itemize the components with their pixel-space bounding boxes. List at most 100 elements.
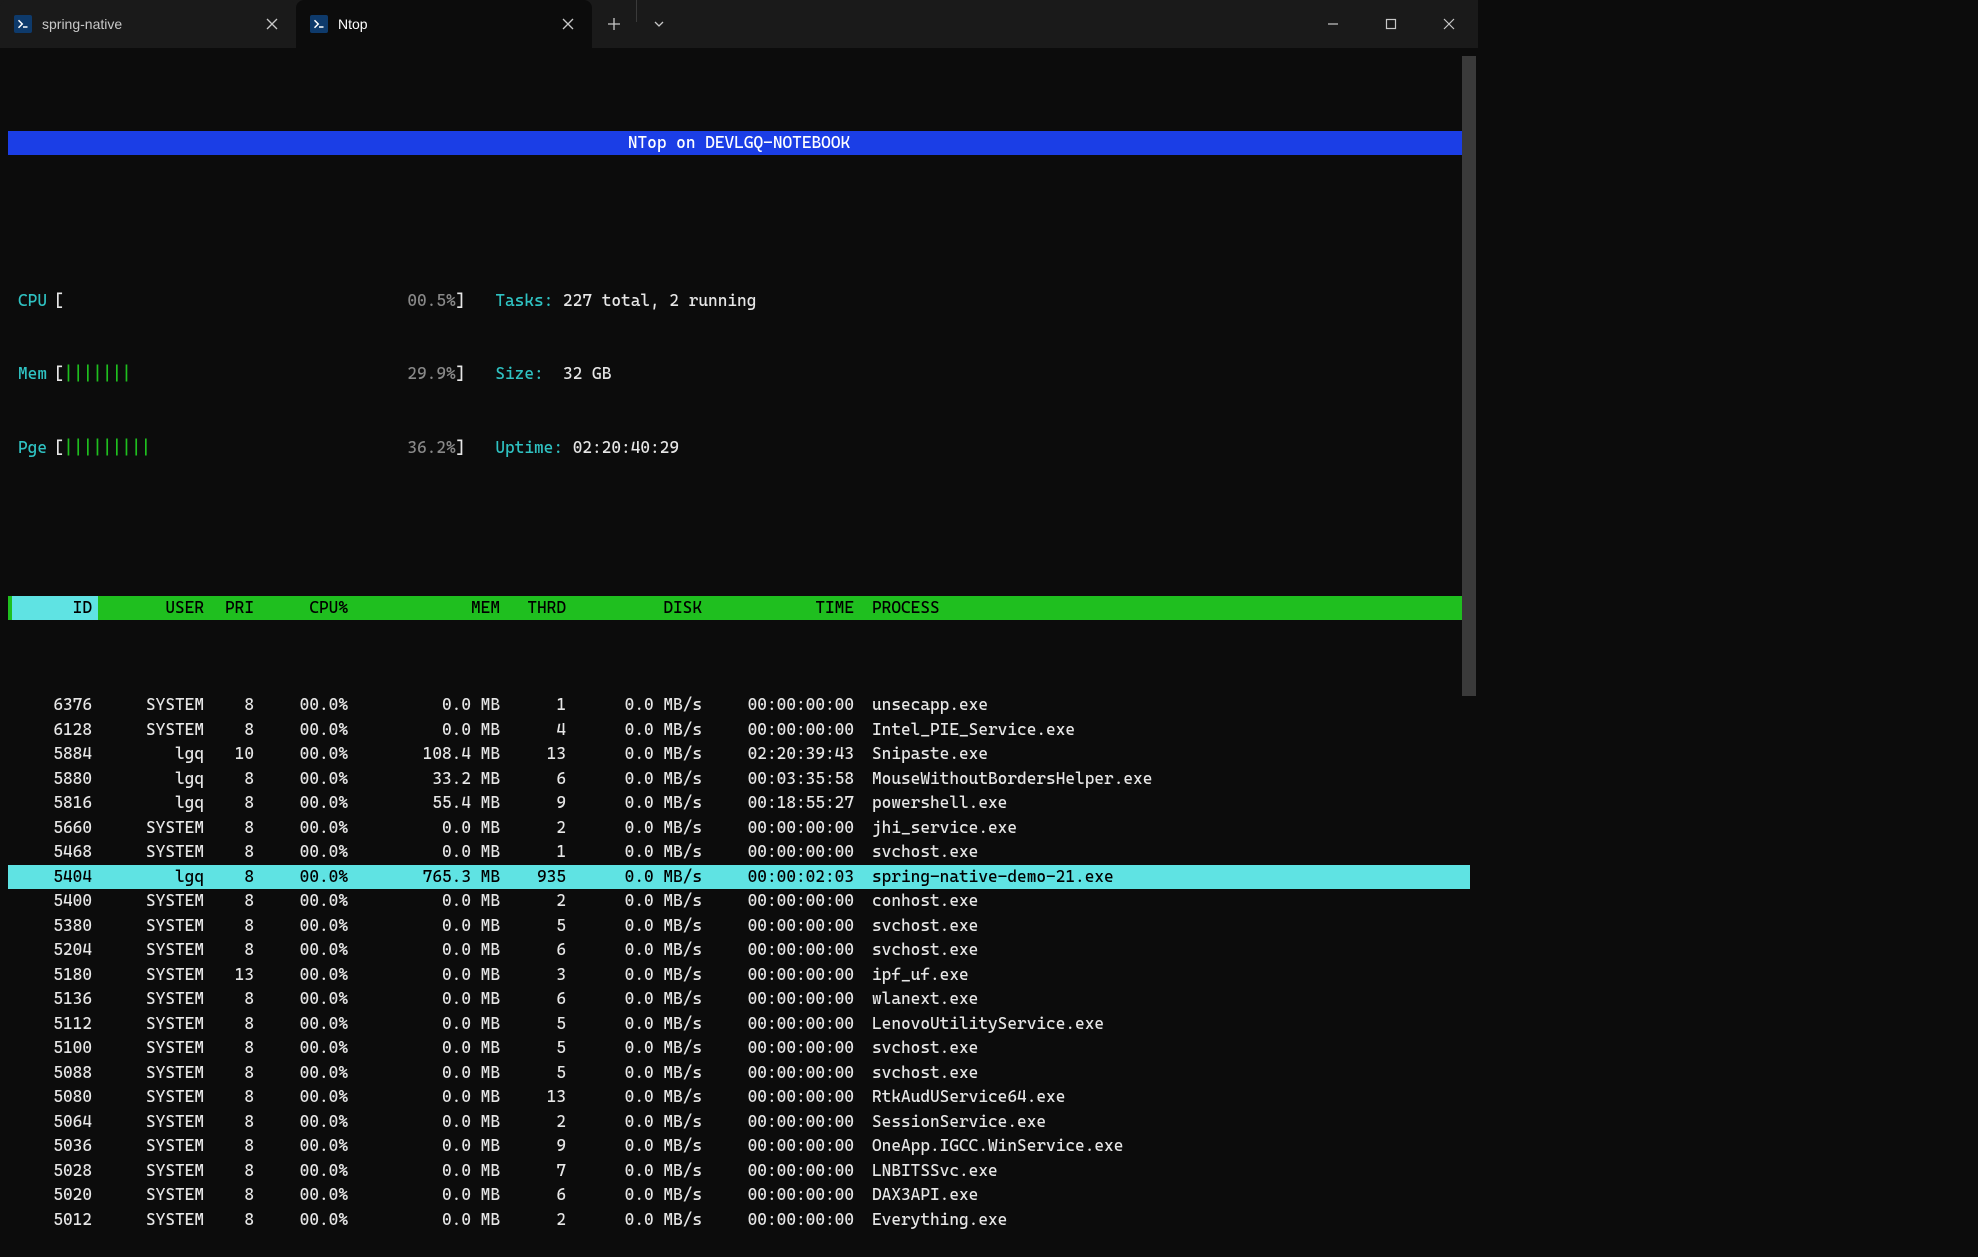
- tab-close-button[interactable]: [558, 14, 578, 34]
- cell-proc: jhi_service.exe: [860, 816, 1466, 841]
- table-row[interactable]: 5180SYSTEM1300.0%0.0 MB30.0 MB/s00:00:00…: [8, 963, 1470, 988]
- cell-disk: 0.0 MB/s: [572, 1012, 708, 1037]
- tab-title: Ntop: [338, 16, 558, 32]
- cell-pri: 8: [210, 938, 260, 963]
- table-row[interactable]: 5028SYSTEM800.0%0.0 MB70.0 MB/s00:00:00:…: [8, 1159, 1470, 1184]
- cell-thrd: 5: [506, 914, 572, 939]
- cell-mem: 0.0 MB: [354, 938, 506, 963]
- cell-time: 00:00:00:00: [708, 1183, 860, 1208]
- table-row[interactable]: 5204SYSTEM800.0%0.0 MB60.0 MB/s00:00:00:…: [8, 938, 1470, 963]
- cell-cpu: 00.0%: [260, 914, 354, 939]
- cell-disk: 0.0 MB/s: [572, 1036, 708, 1061]
- cell-time: 00:00:00:00: [708, 1134, 860, 1159]
- cell-proc: svchost.exe: [860, 1061, 1466, 1086]
- close-window-button[interactable]: [1420, 0, 1478, 48]
- cell-user: SYSTEM: [98, 1085, 210, 1110]
- table-row[interactable]: 5080SYSTEM800.0%0.0 MB130.0 MB/s00:00:00…: [8, 1085, 1470, 1110]
- table-row[interactable]: 5400SYSTEM800.0%0.0 MB20.0 MB/s00:00:00:…: [8, 889, 1470, 914]
- cell-pri: 8: [210, 693, 260, 718]
- table-row[interactable]: 5012SYSTEM800.0%0.0 MB20.0 MB/s00:00:00:…: [8, 1208, 1470, 1233]
- cell-user: lgq: [98, 742, 210, 767]
- table-row[interactable]: 6128SYSTEM800.0%0.0 MB40.0 MB/s00:00:00:…: [8, 718, 1470, 743]
- cell-cpu: 00.0%: [260, 693, 354, 718]
- cell-cpu: 00.0%: [260, 1208, 354, 1233]
- cell-mem: 33.2 MB: [354, 767, 506, 792]
- cell-pri: 8: [210, 791, 260, 816]
- cell-disk: 0.0 MB/s: [572, 840, 708, 865]
- cell-cpu: 00.0%: [260, 840, 354, 865]
- cell-proc: wlanext.exe: [860, 987, 1466, 1012]
- cell-user: lgq: [98, 767, 210, 792]
- col-time[interactable]: TIME: [708, 596, 860, 620]
- table-row[interactable]: 5088SYSTEM800.0%0.0 MB50.0 MB/s00:00:00:…: [8, 1061, 1470, 1086]
- mem-pct: 29.9%: [394, 362, 456, 386]
- tab-ntop[interactable]: Ntop: [296, 0, 592, 48]
- table-row[interactable]: 5100SYSTEM800.0%0.0 MB50.0 MB/s00:00:00:…: [8, 1036, 1470, 1061]
- tab-close-button[interactable]: [262, 14, 282, 34]
- col-disk[interactable]: DISK: [572, 596, 708, 620]
- meters-block: CPU[00.5%] Tasks: 227 total, 2 running M…: [18, 240, 1472, 508]
- cell-time: 00:00:00:00: [708, 816, 860, 841]
- cell-cpu: 00.0%: [260, 767, 354, 792]
- cell-pri: 8: [210, 1012, 260, 1037]
- cell-id: 5020: [12, 1183, 98, 1208]
- vertical-scrollbar[interactable]: [1462, 56, 1476, 804]
- cell-pri: 8: [210, 865, 260, 890]
- cell-time: 00:00:00:00: [708, 693, 860, 718]
- table-row[interactable]: 5112SYSTEM800.0%0.0 MB50.0 MB/s00:00:00:…: [8, 1012, 1470, 1037]
- cell-proc: conhost.exe: [860, 889, 1466, 914]
- maximize-button[interactable]: [1362, 0, 1420, 48]
- cell-id: 5180: [12, 963, 98, 988]
- process-table-header[interactable]: ID USER PRI CPU% MEM THRD DISK TIME PROC…: [8, 596, 1470, 620]
- table-row[interactable]: 5020SYSTEM800.0%0.0 MB60.0 MB/s00:00:00:…: [8, 1183, 1470, 1208]
- table-row[interactable]: 5660SYSTEM800.0%0.0 MB20.0 MB/s00:00:00:…: [8, 816, 1470, 841]
- cell-thrd: 935: [506, 865, 572, 890]
- cell-proc: OneApp.IGCC.WinService.exe: [860, 1134, 1466, 1159]
- new-tab-button[interactable]: [592, 0, 636, 48]
- cell-mem: 0.0 MB: [354, 840, 506, 865]
- table-row[interactable]: 5036SYSTEM800.0%0.0 MB90.0 MB/s00:00:00:…: [8, 1134, 1470, 1159]
- cell-proc: unsecapp.exe: [860, 693, 1466, 718]
- col-thrd[interactable]: THRD: [506, 596, 572, 620]
- cell-pri: 8: [210, 1183, 260, 1208]
- cell-mem: 765.3 MB: [354, 865, 506, 890]
- cell-time: 00:18:55:27: [708, 791, 860, 816]
- cell-thrd: 6: [506, 987, 572, 1012]
- cell-id: 5204: [12, 938, 98, 963]
- cell-proc: Snipaste.exe: [860, 742, 1466, 767]
- cell-mem: 0.0 MB: [354, 914, 506, 939]
- minimize-button[interactable]: [1304, 0, 1362, 48]
- cell-user: SYSTEM: [98, 1183, 210, 1208]
- terminal-viewport[interactable]: NTop on DEVLGQ-NOTEBOOK CPU[00.5%] Tasks…: [0, 48, 1478, 1257]
- table-row[interactable]: 5064SYSTEM800.0%0.0 MB20.0 MB/s00:00:00:…: [8, 1110, 1470, 1135]
- col-cpu[interactable]: CPU%: [260, 596, 354, 620]
- cell-cpu: 00.0%: [260, 1012, 354, 1037]
- col-pri[interactable]: PRI: [210, 596, 260, 620]
- cell-proc: svchost.exe: [860, 1036, 1466, 1061]
- cell-proc: powershell.exe: [860, 791, 1466, 816]
- cell-mem: 0.0 MB: [354, 1134, 506, 1159]
- table-row[interactable]: 6376SYSTEM800.0%0.0 MB10.0 MB/s00:00:00:…: [8, 693, 1470, 718]
- col-mem[interactable]: MEM: [354, 596, 506, 620]
- table-row[interactable]: 5380SYSTEM800.0%0.0 MB50.0 MB/s00:00:00:…: [8, 914, 1470, 939]
- table-row[interactable]: 5816lgq800.0%55.4 MB90.0 MB/s00:18:55:27…: [8, 791, 1470, 816]
- scrollbar-thumb[interactable]: [1462, 56, 1476, 696]
- cell-disk: 0.0 MB/s: [572, 938, 708, 963]
- tab-spring-native[interactable]: spring-native: [0, 0, 296, 48]
- table-row[interactable]: 5884lgq1000.0%108.4 MB130.0 MB/s02:20:39…: [8, 742, 1470, 767]
- tab-dropdown-button[interactable]: [637, 0, 681, 48]
- cell-disk: 0.0 MB/s: [572, 889, 708, 914]
- cell-id: 5036: [12, 1134, 98, 1159]
- cell-user: SYSTEM: [98, 889, 210, 914]
- col-id[interactable]: ID: [12, 596, 98, 620]
- cell-proc: ipf_uf.exe: [860, 963, 1466, 988]
- col-proc[interactable]: PROCESS: [860, 596, 1466, 620]
- table-row[interactable]: 5468SYSTEM800.0%0.0 MB10.0 MB/s00:00:00:…: [8, 840, 1470, 865]
- cell-cpu: 00.0%: [260, 1159, 354, 1184]
- col-user[interactable]: USER: [98, 596, 210, 620]
- cell-thrd: 6: [506, 1183, 572, 1208]
- table-row[interactable]: 5880lgq800.0%33.2 MB60.0 MB/s00:03:35:58…: [8, 767, 1470, 792]
- table-row[interactable]: 5136SYSTEM800.0%0.0 MB60.0 MB/s00:00:00:…: [8, 987, 1470, 1012]
- table-row[interactable]: 5404lgq800.0%765.3 MB9350.0 MB/s00:00:02…: [8, 865, 1470, 890]
- cell-cpu: 00.0%: [260, 987, 354, 1012]
